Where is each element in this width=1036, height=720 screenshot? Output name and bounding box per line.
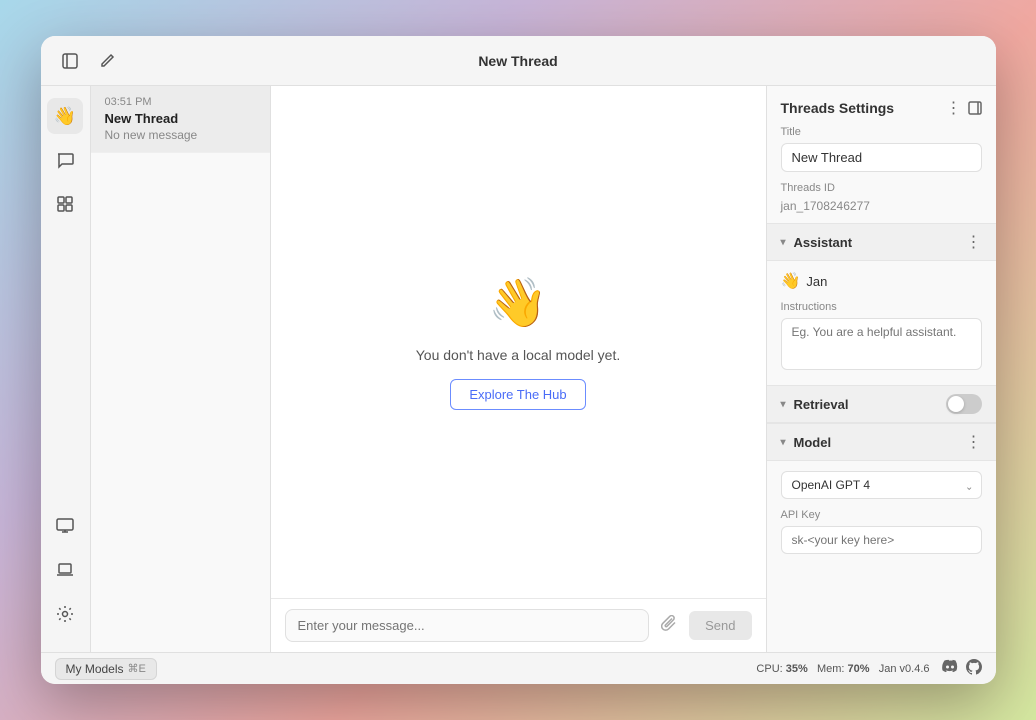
assistant-row: 👋 Jan <box>781 271 982 291</box>
main-content: 👋 <box>41 86 996 652</box>
assistant-chevron-icon: ▾ <box>781 237 786 248</box>
explore-hub-button[interactable]: Explore The Hub <box>450 379 585 410</box>
threads-id-value: jan_1708246277 <box>781 199 982 213</box>
thread-list: 03:51 PM New Thread No new message <box>91 86 271 652</box>
send-button[interactable]: Send <box>689 611 751 640</box>
sidebar-icon-settings[interactable] <box>47 596 83 632</box>
model-section-content: OpenAI GPT 4 GPT-3.5 Turbo Local Model A… <box>767 461 996 564</box>
sidebar-bottom <box>47 508 83 640</box>
panel-menu-button[interactable]: ⋮ <box>946 98 962 118</box>
assistant-section-label: Assistant <box>794 235 853 250</box>
right-panel: Threads Settings ⋮ Title <box>766 86 996 652</box>
retrieval-toggle[interactable] <box>946 394 982 414</box>
discord-icon[interactable] <box>942 659 958 678</box>
panel-close-button[interactable] <box>968 98 982 118</box>
thread-time: 03:51 PM <box>105 96 256 108</box>
my-models-button[interactable]: My Models ⌘E <box>55 658 157 680</box>
toggle-knob <box>948 396 964 412</box>
model-select[interactable]: OpenAI GPT 4 GPT-3.5 Turbo Local Model <box>781 471 982 499</box>
model-section-left: ▾ Model <box>781 435 832 450</box>
assistant-emoji: 👋 <box>781 271 801 291</box>
cpu-label: CPU: <box>756 663 782 675</box>
right-panel-title: Threads Settings <box>781 100 895 116</box>
version-label: Jan v0.4.6 <box>879 663 930 675</box>
top-bar-left <box>57 48 277 74</box>
sidebar-icon-grid[interactable] <box>47 186 83 222</box>
attach-button[interactable] <box>657 611 681 640</box>
chat-area: 👋 You don't have a local model yet. Expl… <box>271 86 766 652</box>
title-label: Title <box>781 126 982 138</box>
api-key-input[interactable] <box>781 526 982 554</box>
retrieval-section-left: ▾ Retrieval <box>781 397 849 412</box>
assistant-section-left: ▾ Assistant <box>781 235 853 250</box>
collapse-sidebar-button[interactable] <box>57 48 83 74</box>
model-select-wrap: OpenAI GPT 4 GPT-3.5 Turbo Local Model <box>781 471 982 499</box>
model-chevron-icon: ▾ <box>781 437 786 448</box>
thread-preview: No new message <box>105 128 256 142</box>
assistant-section-content: 👋 Jan Instructions <box>767 261 996 385</box>
left-sidebar: 👋 <box>41 86 91 652</box>
model-section-label: Model <box>794 435 832 450</box>
empty-state-text: You don't have a local model yet. <box>416 347 621 363</box>
thread-name: New Thread <box>105 111 256 126</box>
right-panel-icons: ⋮ <box>946 98 982 118</box>
chat-input-bar: Send <box>271 598 766 652</box>
empty-state-emoji: 👋 <box>488 274 548 331</box>
model-menu-button[interactable]: ⋮ <box>966 432 982 452</box>
my-models-shortcut: ⌘E <box>128 662 146 675</box>
bottom-bar: My Models ⌘E CPU: 35% Mem: 70% Jan v0.4.… <box>41 652 996 684</box>
cpu-value: 35% <box>786 663 808 675</box>
threads-id-label: Threads ID <box>781 182 982 194</box>
threads-id-group: Threads ID jan_1708246277 <box>767 182 996 223</box>
compose-button[interactable] <box>95 49 119 73</box>
retrieval-section-label: Retrieval <box>794 397 849 412</box>
my-models-label: My Models <box>66 662 124 676</box>
assistant-section-header[interactable]: ▾ Assistant ⋮ <box>767 223 996 261</box>
cpu-status: CPU: 35% Mem: 70% Jan v0.4.6 <box>756 663 929 675</box>
instructions-label: Instructions <box>781 301 982 313</box>
sidebar-icon-chat[interactable] <box>47 142 83 178</box>
title-field-group: Title <box>767 126 996 182</box>
assistant-name: Jan <box>806 274 827 289</box>
thread-list-item[interactable]: 03:51 PM New Thread No new message <box>91 86 270 153</box>
mem-value: 70% <box>848 663 870 675</box>
thread-title: New Thread <box>478 53 557 69</box>
retrieval-section-header[interactable]: ▾ Retrieval <box>767 385 996 423</box>
app-window: New Thread 👋 <box>41 36 996 684</box>
sidebar-icon-monitor[interactable] <box>47 508 83 544</box>
api-key-label: API Key <box>781 509 982 521</box>
bottom-right: CPU: 35% Mem: 70% Jan v0.4.6 <box>756 659 981 678</box>
right-panel-header: Threads Settings ⋮ <box>767 86 996 126</box>
top-bar: New Thread <box>41 36 996 86</box>
sidebar-icon-laptop[interactable] <box>47 552 83 588</box>
top-bar-center: New Thread <box>277 53 760 69</box>
chat-input[interactable] <box>285 609 650 642</box>
sidebar-icon-hand[interactable]: 👋 <box>47 98 83 134</box>
retrieval-chevron-icon: ▾ <box>781 399 786 410</box>
chat-body: 👋 You don't have a local model yet. Expl… <box>271 86 766 598</box>
instructions-textarea[interactable] <box>781 318 982 370</box>
title-input[interactable] <box>781 143 982 172</box>
bottom-icons <box>942 659 982 678</box>
github-icon[interactable] <box>966 659 982 678</box>
mem-label: Mem: <box>817 663 845 675</box>
model-section-header[interactable]: ▾ Model ⋮ <box>767 423 996 461</box>
assistant-menu-button[interactable]: ⋮ <box>966 232 982 252</box>
